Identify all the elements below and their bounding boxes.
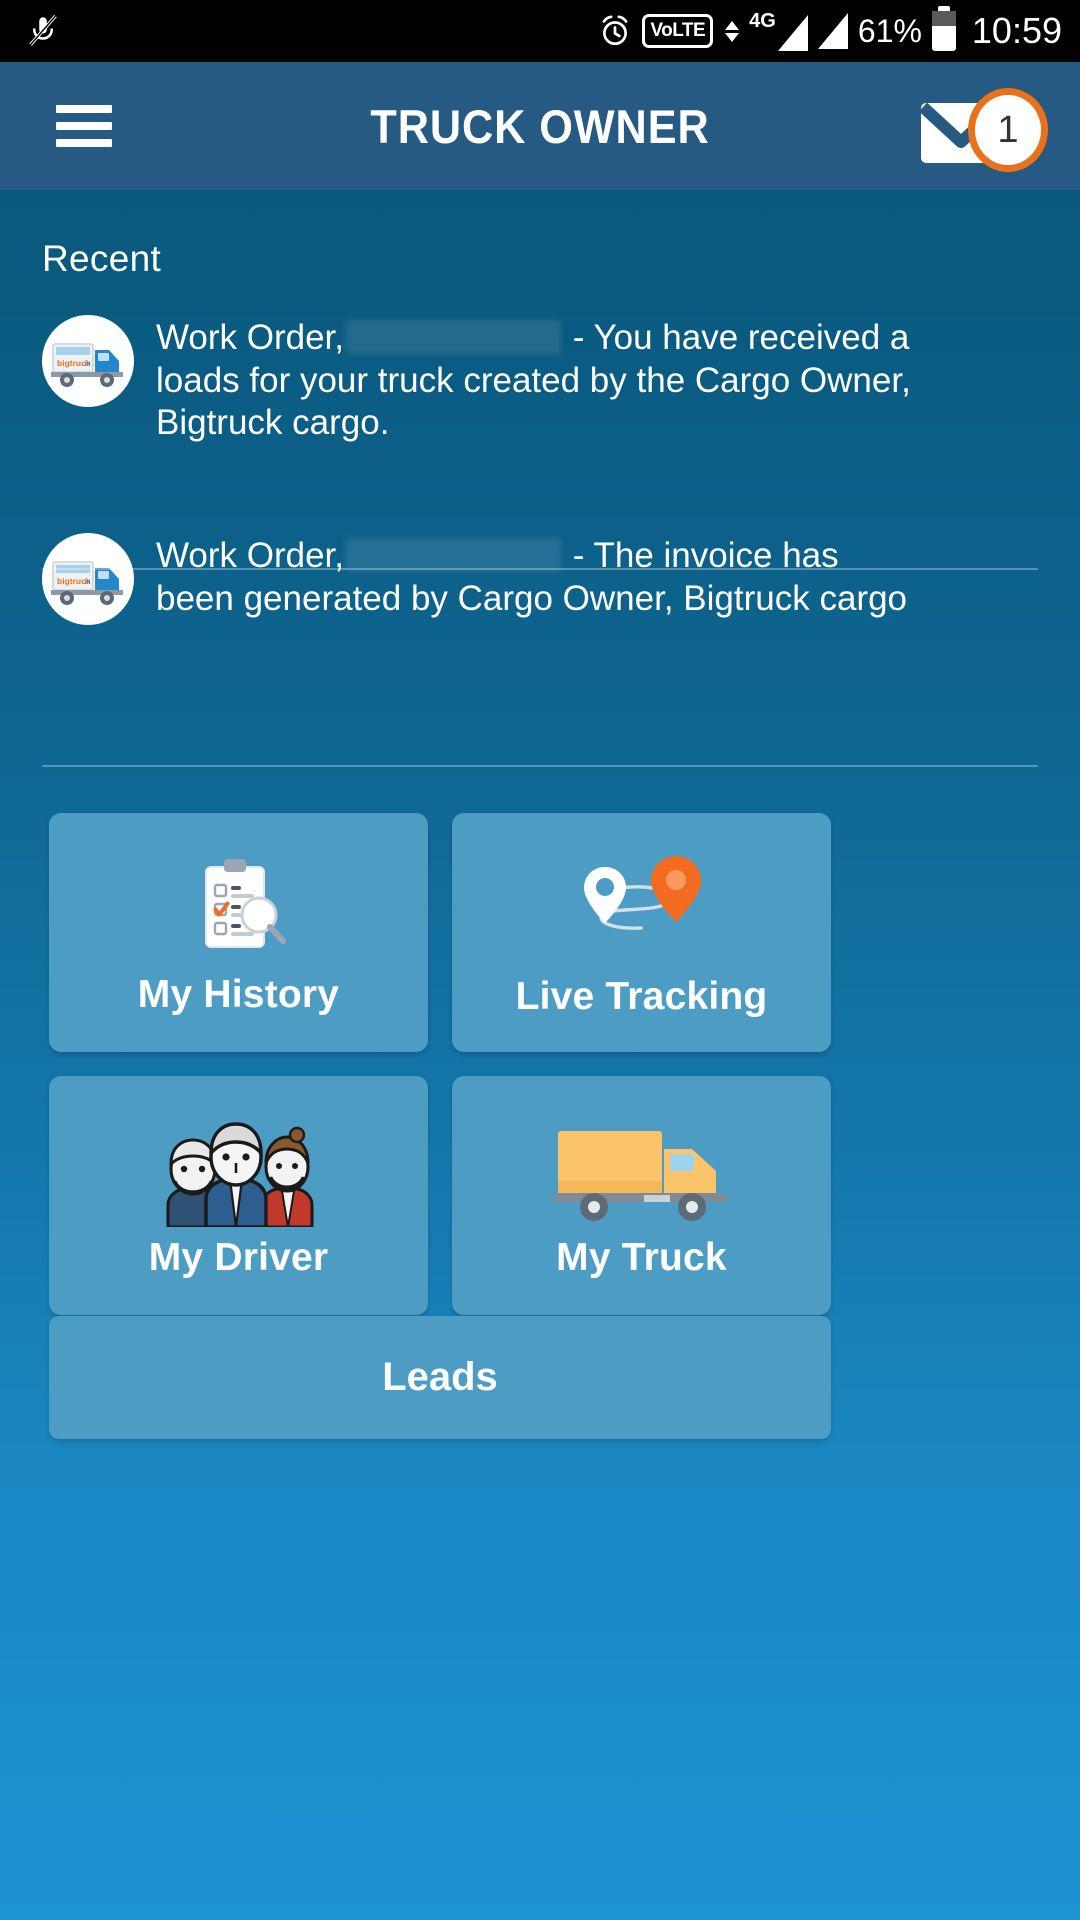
unread-badge: 1 xyxy=(968,88,1048,172)
signal-strength-1: 4G xyxy=(749,11,808,51)
tile-my-driver[interactable]: My Driver xyxy=(49,1076,428,1315)
redacted-work-order-id xyxy=(346,538,562,573)
notification-text: Work Order, - The invoice has been gener… xyxy=(156,533,916,620)
tile-label: My Truck xyxy=(556,1235,727,1279)
notification-item[interactable]: bigtruck .in Work Order, - You have rece… xyxy=(0,315,1080,445)
drivers-group-icon xyxy=(150,1112,328,1230)
battery-percent-label: 61% xyxy=(857,12,922,49)
status-bar: VoLTE 4G 61% 10:59 xyxy=(0,0,1080,62)
leads-button[interactable]: Leads xyxy=(49,1316,831,1439)
volte-indicator: VoLTE xyxy=(642,14,714,48)
network-type-label: 4G xyxy=(749,10,776,32)
notification-text: Work Order, - You have received a loads … xyxy=(156,315,916,445)
recent-notification-list: bigtruck .in Work Order, - You have rece… xyxy=(0,315,1080,626)
tile-my-truck[interactable]: My Truck xyxy=(452,1076,831,1315)
bigtruck-logo-avatar-icon: bigtruck .in xyxy=(51,343,123,387)
tile-label: My Driver xyxy=(148,1235,329,1279)
notification-prefix: Work Order, xyxy=(156,318,345,357)
page-title: TRUCK OWNER xyxy=(370,99,710,153)
volte-label: VoLTE xyxy=(650,20,706,41)
tile-my-history[interactable]: My History xyxy=(49,813,428,1052)
signal-bars-icon xyxy=(817,13,848,49)
avatar: bigtruck .in xyxy=(42,533,134,626)
leads-button-label: Leads xyxy=(382,1355,498,1399)
svg-text:.in: .in xyxy=(83,361,91,368)
tile-label: Live Tracking xyxy=(515,974,768,1018)
signal-bars-icon xyxy=(777,15,808,51)
status-bar-left xyxy=(28,14,58,48)
recent-section-label: Recent xyxy=(42,238,162,279)
notification-item[interactable]: bigtruck .in Work Order, - The invoice h… xyxy=(0,533,1080,626)
battery-icon xyxy=(931,6,956,51)
status-bar-right: VoLTE 4G 61% 10:59 xyxy=(598,6,1062,52)
app-bar: TRUCK OWNER 1 xyxy=(0,62,1080,190)
tile-live-tracking[interactable]: Live Tracking xyxy=(452,813,831,1052)
data-transfer-arrows-icon xyxy=(725,20,740,42)
tile-label: My History xyxy=(137,972,340,1016)
alarm-clock-icon xyxy=(602,15,628,46)
svg-text:.in: .in xyxy=(83,579,91,586)
unread-count: 1 xyxy=(997,108,1019,151)
avatar: bigtruck .in xyxy=(42,315,134,407)
signal-strength-2 xyxy=(817,13,848,49)
clipboard-search-icon xyxy=(180,849,298,967)
notification-divider xyxy=(0,568,1080,570)
notification-divider xyxy=(0,765,1080,767)
mic-off-icon xyxy=(29,14,57,46)
redacted-work-order-id xyxy=(346,320,562,354)
truck-icon xyxy=(552,1112,732,1230)
messages-button[interactable]: 1 xyxy=(920,88,1048,172)
map-pin-route-icon xyxy=(567,847,717,965)
clock-label: 10:59 xyxy=(971,10,1062,51)
bigtruck-logo-avatar-icon: bigtruck .in xyxy=(51,561,123,606)
app-screen: VoLTE 4G 61% 10:59 TRUCK OWNER 1 Recent … xyxy=(0,0,1080,1920)
dashboard-tile-grid: My History Live Tracking My Driver My Tr… xyxy=(49,813,1031,1315)
